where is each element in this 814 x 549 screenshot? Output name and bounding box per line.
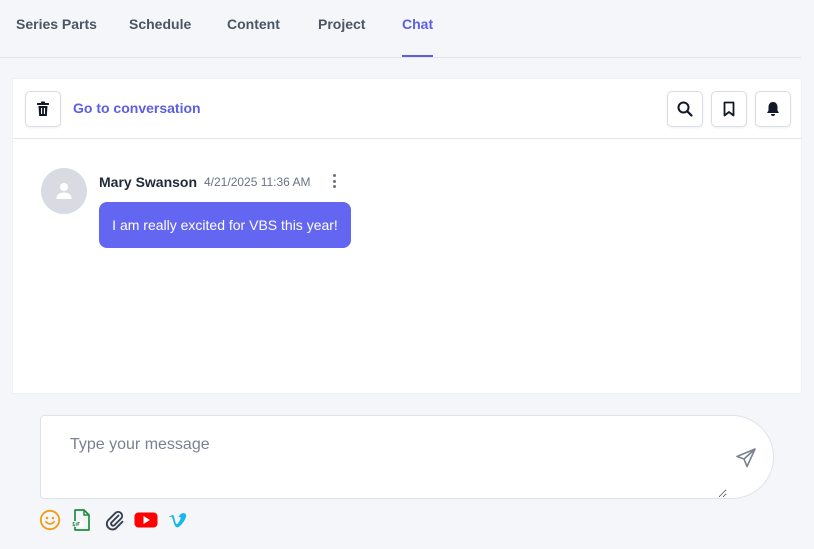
youtube-button[interactable] [133, 508, 159, 532]
emoji-icon [39, 509, 61, 531]
chat-toolbar: Go to conversation [13, 79, 801, 139]
tab-series-parts[interactable]: Series Parts [16, 16, 97, 57]
tab-project[interactable]: Project [318, 16, 365, 57]
search-icon [677, 101, 693, 117]
message-composer [40, 415, 774, 499]
emoji-button[interactable] [38, 508, 62, 532]
search-button[interactable] [667, 91, 703, 127]
gif-icon [72, 509, 90, 531]
user-placeholder-icon [56, 183, 72, 199]
message-input[interactable] [41, 416, 727, 498]
youtube-icon [134, 512, 158, 528]
tab-schedule[interactable]: Schedule [129, 16, 191, 57]
bell-icon [767, 102, 779, 116]
vimeo-button[interactable] [166, 508, 190, 532]
vimeo-icon [169, 513, 187, 528]
message-timestamp: 4/21/2025 11:36 AM [204, 175, 311, 189]
bookmark-icon [723, 101, 735, 117]
tab-bar: Series Parts Schedule Content Project Ch… [0, 0, 801, 58]
message-options-icon[interactable] [329, 173, 339, 189]
go-to-conversation-link[interactable]: Go to conversation [73, 100, 201, 116]
chat-panel: Go to conversation Mary Swanson 4/21/202… [12, 78, 802, 394]
avatar [41, 168, 87, 214]
send-icon [736, 448, 756, 468]
notifications-button[interactable] [755, 91, 791, 127]
paperclip-icon [105, 511, 124, 531]
send-button[interactable] [735, 447, 757, 469]
attach-file-button[interactable] [102, 508, 126, 532]
message-bubble: I am really excited for VBS this year! [99, 202, 351, 248]
delete-button[interactable] [25, 91, 61, 127]
tab-chat[interactable]: Chat [402, 16, 434, 57]
trash-icon [37, 101, 49, 116]
message-author: Mary Swanson [99, 174, 198, 190]
tab-content[interactable]: Content [227, 16, 280, 57]
gif-button[interactable] [70, 508, 94, 532]
bookmark-button[interactable] [711, 91, 747, 127]
